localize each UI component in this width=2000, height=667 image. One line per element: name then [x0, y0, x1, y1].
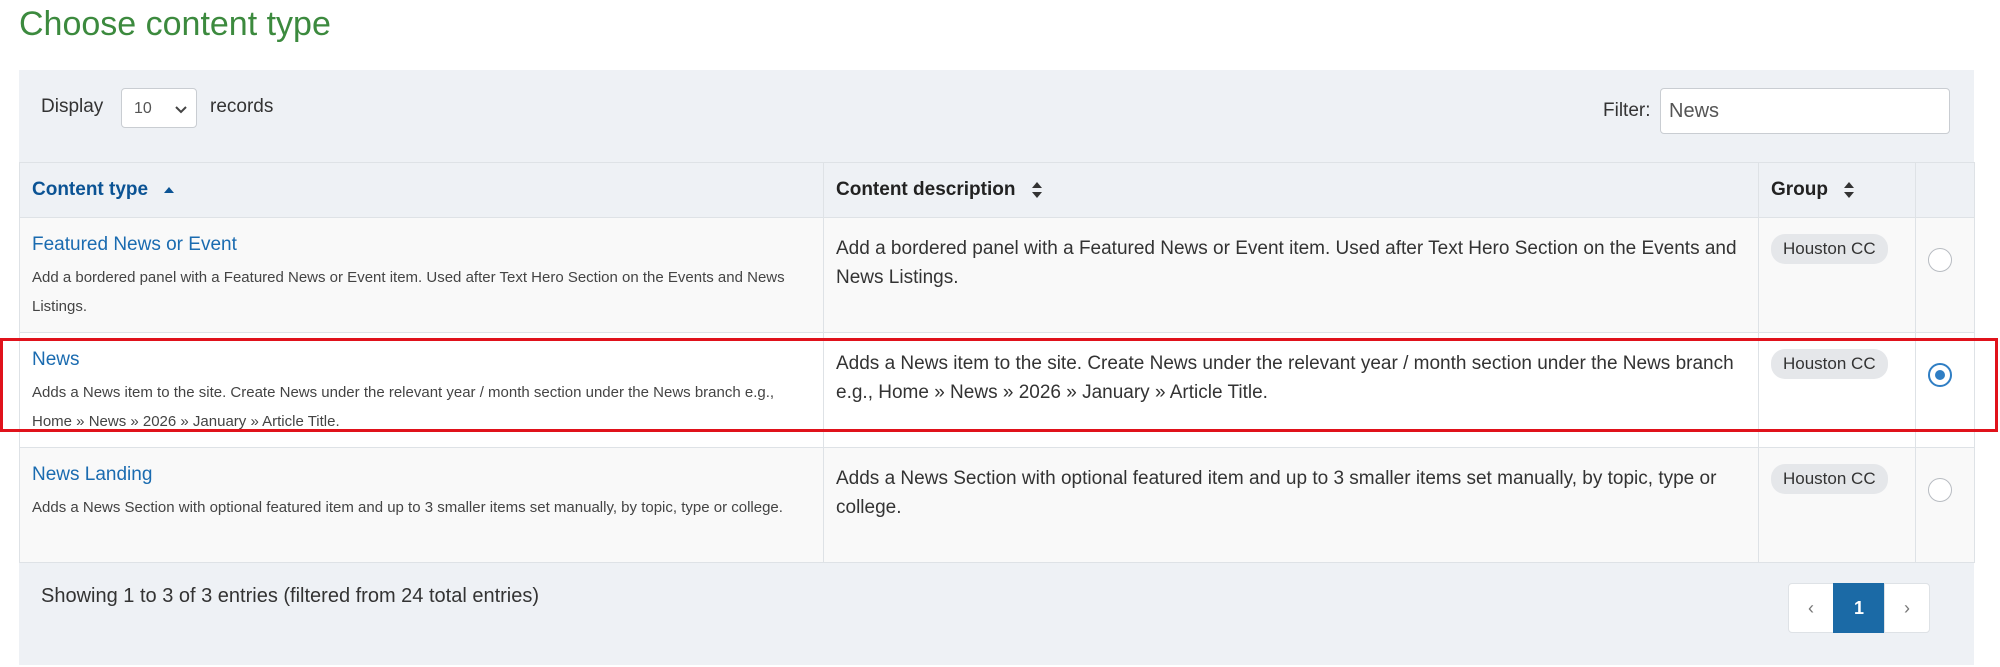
display-label: Display	[41, 96, 104, 117]
group-cell: Houston CC	[1758, 217, 1916, 333]
table-controls: Display 10 records Filter:	[19, 70, 1974, 162]
select-radio[interactable]	[1928, 248, 1952, 272]
page-1-button[interactable]: 1	[1833, 583, 1885, 633]
select-cell	[1915, 332, 1975, 448]
content-type-link[interactable]: News Landing	[32, 464, 811, 486]
group-badge: Houston CC	[1771, 464, 1888, 494]
records-label: records	[210, 96, 274, 117]
group-cell: Houston CC	[1758, 332, 1916, 448]
column-header-select	[1915, 162, 1975, 218]
content-description-cell: Adds a News item to the site. Create New…	[823, 332, 1759, 448]
column-header-label: Content description	[836, 179, 1016, 200]
filter-input[interactable]	[1660, 88, 1950, 134]
content-type-link[interactable]: News	[32, 349, 811, 371]
previous-page-button[interactable]: ‹	[1788, 583, 1834, 633]
records-per-page-select[interactable]: 10	[121, 88, 197, 128]
table-header-row: Content type Content description Group	[19, 162, 1975, 218]
sort-icon	[1031, 181, 1042, 198]
select-cell	[1915, 447, 1975, 563]
content-description-text: Add a bordered panel with a Featured New…	[836, 238, 1737, 288]
content-type-cell: News Adds a News item to the site. Creat…	[19, 332, 824, 448]
select-cell	[1915, 217, 1975, 333]
next-page-button[interactable]: ›	[1884, 583, 1930, 633]
content-description-text: Adds a News item to the site. Create New…	[836, 353, 1734, 403]
content-type-summary: Add a bordered panel with a Featured New…	[32, 269, 785, 315]
content-description-text: Adds a News Section with optional featur…	[836, 468, 1717, 518]
sort-icon	[1844, 181, 1855, 198]
content-type-cell: Featured News or Event Add a bordered pa…	[19, 217, 824, 333]
select-radio[interactable]	[1928, 478, 1952, 502]
table-row[interactable]: News Adds a News item to the site. Creat…	[19, 332, 1975, 448]
content-description-cell: Adds a News Section with optional featur…	[823, 447, 1759, 563]
column-header-content-description[interactable]: Content description	[823, 162, 1759, 218]
table-row[interactable]: News Landing Adds a News Section with op…	[19, 447, 1975, 563]
page-title: Choose content type	[19, 5, 331, 43]
content-type-link[interactable]: Featured News or Event	[32, 234, 811, 256]
content-type-table: Content type Content description Group F…	[19, 162, 1975, 563]
column-header-label: Group	[1771, 179, 1828, 200]
group-cell: Houston CC	[1758, 447, 1916, 563]
filter-label: Filter:	[1603, 100, 1651, 121]
group-badge: Houston CC	[1771, 349, 1888, 379]
content-type-cell: News Landing Adds a News Section with op…	[19, 447, 824, 563]
group-badge: Houston CC	[1771, 234, 1888, 264]
content-type-summary: Adds a News item to the site. Create New…	[32, 384, 775, 430]
column-header-content-type[interactable]: Content type	[19, 162, 824, 218]
table-info: Showing 1 to 3 of 3 entries (filtered fr…	[41, 585, 540, 607]
chevron-down-icon	[175, 106, 187, 114]
column-header-group[interactable]: Group	[1758, 162, 1916, 218]
select-radio[interactable]	[1928, 363, 1952, 387]
table-row[interactable]: Featured News or Event Add a bordered pa…	[19, 217, 1975, 333]
pagination: ‹ 1 ›	[1788, 583, 1930, 633]
sort-ascending-icon	[164, 186, 175, 193]
records-per-page-value: 10	[134, 100, 152, 117]
content-type-panel: Display 10 records Filter: Content type	[0, 70, 1998, 665]
content-type-summary: Adds a News Section with optional featur…	[32, 499, 783, 516]
content-description-cell: Add a bordered panel with a Featured New…	[823, 217, 1759, 333]
column-header-label: Content type	[32, 179, 149, 200]
